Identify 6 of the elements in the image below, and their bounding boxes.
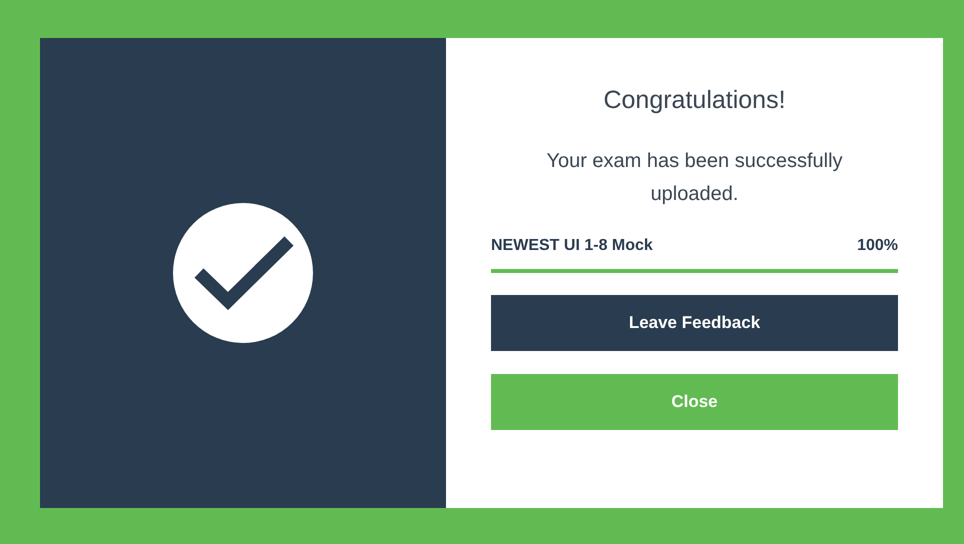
file-name: NEWEST UI 1-8 Mock xyxy=(491,237,653,255)
dialog-title: Congratulations! xyxy=(602,86,787,115)
upload-percent: 100% xyxy=(857,237,898,255)
success-message: Your exam has been successfully uploaded. xyxy=(545,149,844,207)
feedback-button[interactable]: Leave Feedback xyxy=(491,295,898,351)
checkmark-icon xyxy=(173,203,313,343)
